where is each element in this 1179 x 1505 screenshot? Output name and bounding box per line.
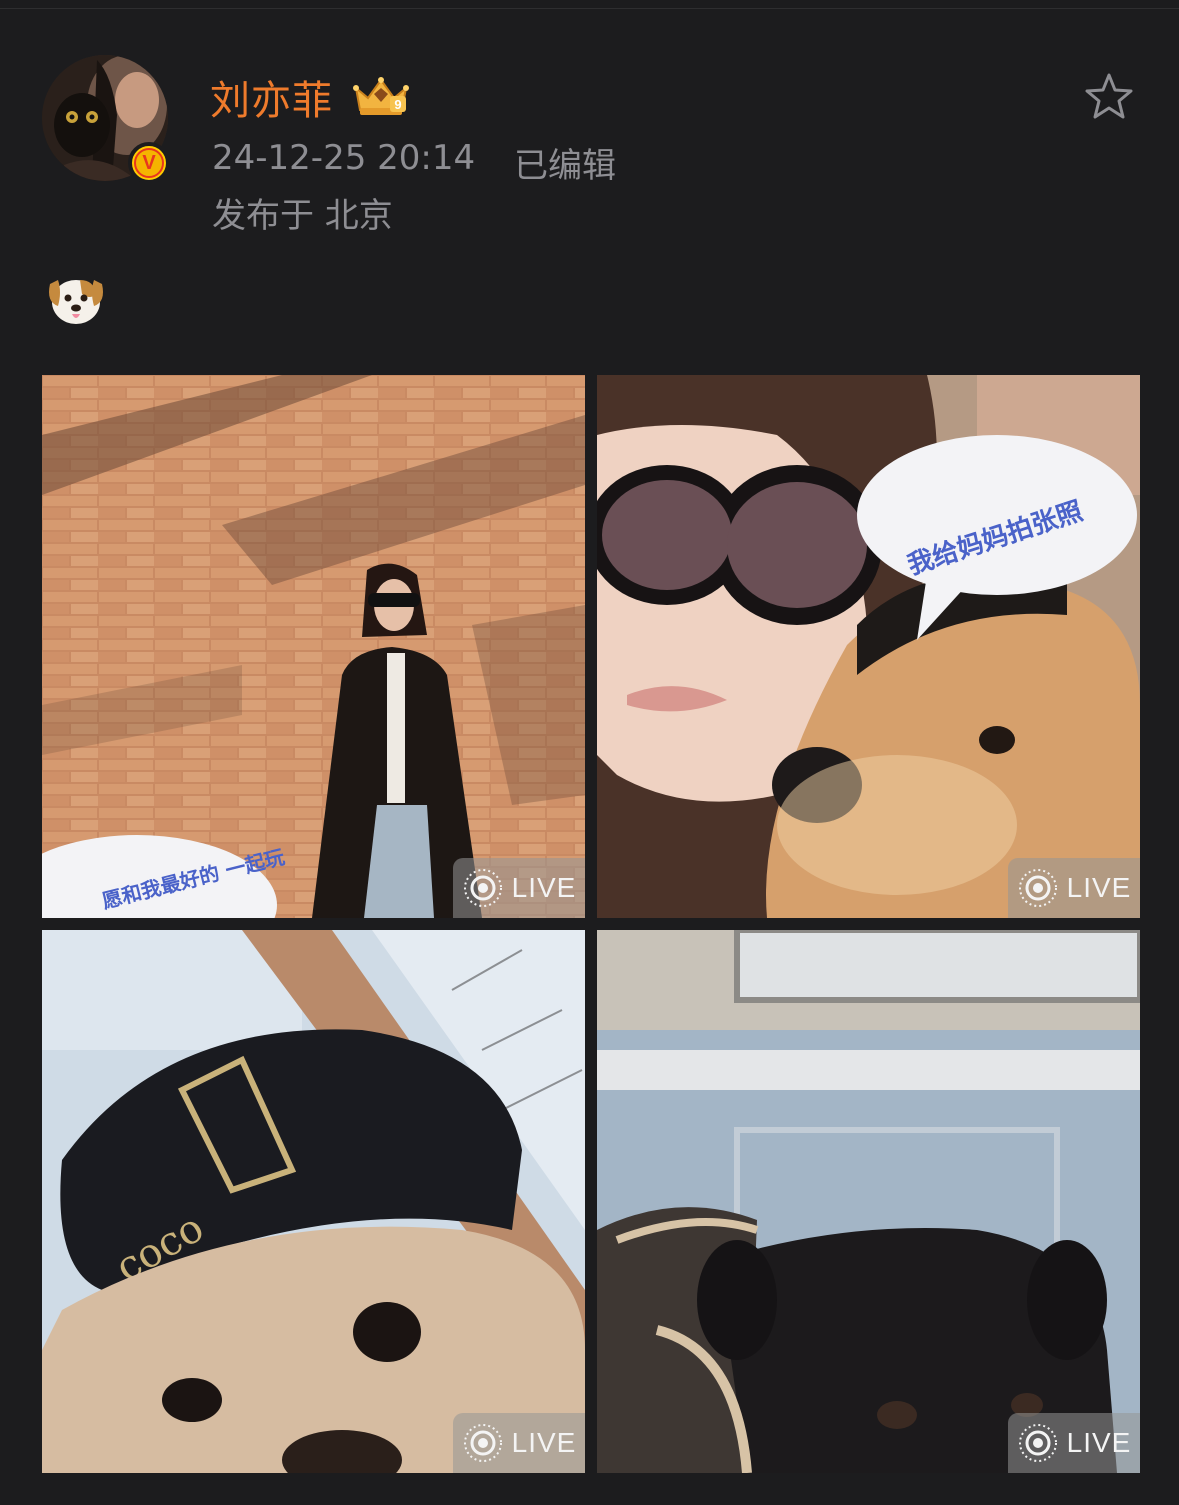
favorite-star-icon[interactable]	[1082, 70, 1136, 124]
photo-3-live-label: LIVE	[511, 1427, 577, 1458]
photo-3-dog-in-cap[interactable]: coco LIVE	[42, 930, 585, 1473]
verified-v-icon: V	[134, 148, 164, 178]
photo-1-brick-wall-portrait[interactable]: 愿和我最好的 一起玩 LIVE	[42, 375, 585, 918]
live-photo-icon	[1018, 1424, 1057, 1462]
verified-badge: V	[128, 142, 170, 184]
photo-2-live-badge[interactable]: LIVE	[1008, 858, 1140, 918]
live-photo-icon	[1018, 869, 1057, 907]
crown-level-number: 9	[394, 97, 401, 112]
live-photo-icon	[463, 869, 502, 907]
photo-1-live-badge[interactable]: LIVE	[453, 858, 585, 918]
live-photo-icon	[463, 1424, 502, 1462]
photo-2-live-label: LIVE	[1066, 872, 1132, 903]
username[interactable]: 刘亦菲	[210, 68, 333, 126]
photo-1-live-label: LIVE	[511, 872, 577, 903]
top-divider	[0, 8, 1179, 9]
crown-level-icon: 9	[353, 77, 409, 115]
photo-2-selfie-with-dog[interactable]: 我给妈妈拍张照 LIVE	[597, 375, 1140, 918]
photo-4-live-badge[interactable]: LIVE	[1008, 1413, 1140, 1473]
dog-face-emoji-icon	[49, 280, 103, 324]
post-timestamp: 24-12-25 20:14	[212, 138, 476, 178]
photo-3-live-badge[interactable]: LIVE	[453, 1413, 585, 1473]
photo-4-live-label: LIVE	[1066, 1427, 1132, 1458]
photo-4-black-dog[interactable]: LIVE	[597, 930, 1140, 1473]
post-location: 发布于 北京	[212, 196, 393, 236]
edited-label[interactable]: 已编辑	[514, 138, 616, 187]
